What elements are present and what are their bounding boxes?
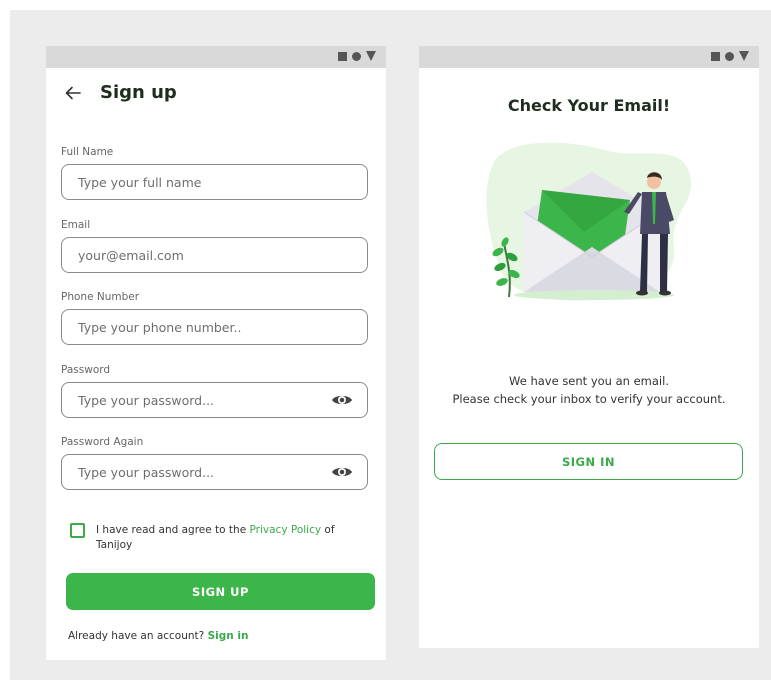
check-email-title: Check Your Email! [507,96,671,115]
email-field-box [61,237,368,273]
password-field-box [61,382,368,418]
phone-input[interactable] [76,318,330,336]
status-icons [711,51,749,61]
canvas-background: Sign up Full Name Email Phone Number Pas… [10,10,771,680]
already-account-text: Already have an account? Sign in [68,630,248,642]
header: Sign up [64,82,177,103]
check-email-screen: Check Your Email! We have sent you an em… [419,46,759,648]
password-again-field-box [61,454,368,490]
signin-button[interactable]: SIGN IN [434,443,743,480]
message-line-2: Please check your inbox to verify your a… [452,392,726,406]
password-again-input[interactable] [76,463,330,481]
email-illustration [486,142,692,301]
already-text: Already have an account? [68,630,208,642]
triangle-down-icon [366,51,376,61]
email-input[interactable] [76,246,330,264]
message-line-1: We have sent you an email. [509,374,669,388]
signup-screen: Sign up Full Name Email Phone Number Pas… [46,46,386,660]
full-name-field-box [61,164,368,200]
phone-label: Phone Number [61,291,140,303]
agree-text: I have read and agree to the Privacy Pol… [96,523,366,553]
square-icon [338,51,347,61]
eye-icon[interactable] [331,392,353,408]
email-label: Email [61,219,91,231]
circle-icon [352,51,361,61]
phone-field-box [61,309,368,345]
circle-icon [725,51,734,61]
arrow-left-icon[interactable] [64,84,82,102]
square-icon [711,51,720,61]
agree-checkbox[interactable] [70,523,85,538]
triangle-down-icon [739,51,749,61]
signup-button[interactable]: SIGN UP [66,573,375,610]
agree-prefix: I have read and agree to the [96,524,250,536]
privacy-policy-link[interactable]: Privacy Policy [250,524,322,536]
password-again-label: Password Again [61,436,144,448]
full-name-input[interactable] [76,173,330,191]
status-bar [46,46,386,68]
status-bar [419,46,759,68]
status-icons [338,51,376,61]
eye-icon[interactable] [331,464,353,480]
password-label: Password [61,364,111,376]
full-name-label: Full Name [61,146,114,158]
sign-in-link[interactable]: Sign in [208,630,249,642]
verify-message: We have sent you an email. Please check … [449,372,729,408]
page-title: Sign up [100,82,177,103]
password-input[interactable] [76,391,330,409]
